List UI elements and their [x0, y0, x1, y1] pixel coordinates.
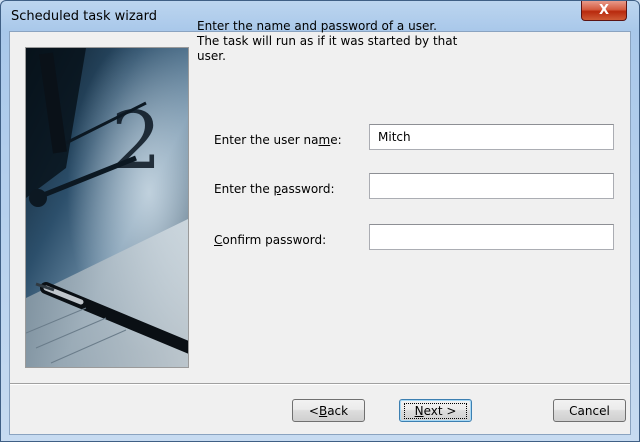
password-label: Enter the password: — [214, 182, 335, 196]
wizard-window: Scheduled task wizard X 2 Enter the name… — [0, 0, 640, 442]
confirm-password-label: Confirm password: — [214, 233, 327, 247]
close-button[interactable]: X — [581, 1, 627, 21]
username-field[interactable]: Mitch — [369, 124, 614, 150]
focus-rect: Next > — [403, 402, 468, 419]
clock-and-pen-illustration: 2 — [26, 48, 188, 367]
next-button[interactable]: Next > — [399, 399, 472, 422]
wizard-side-image: 2 — [25, 47, 189, 368]
intro-line: Enter the name and password of a user. — [197, 19, 437, 33]
confirm-password-field[interactable] — [369, 224, 614, 250]
username-label: Enter the user name: — [214, 133, 342, 147]
back-button[interactable]: < Back — [292, 399, 365, 422]
button-separator — [10, 383, 630, 385]
intro-line: user. — [197, 49, 226, 63]
window-title: Scheduled task wizard — [11, 9, 158, 24]
intro-text: Enter the name and password of a user. T… — [197, 19, 517, 64]
password-field[interactable] — [369, 173, 614, 199]
intro-line: The task will run as if it was started b… — [197, 34, 458, 48]
cancel-button[interactable]: Cancel — [553, 399, 626, 422]
close-icon: X — [598, 3, 610, 18]
